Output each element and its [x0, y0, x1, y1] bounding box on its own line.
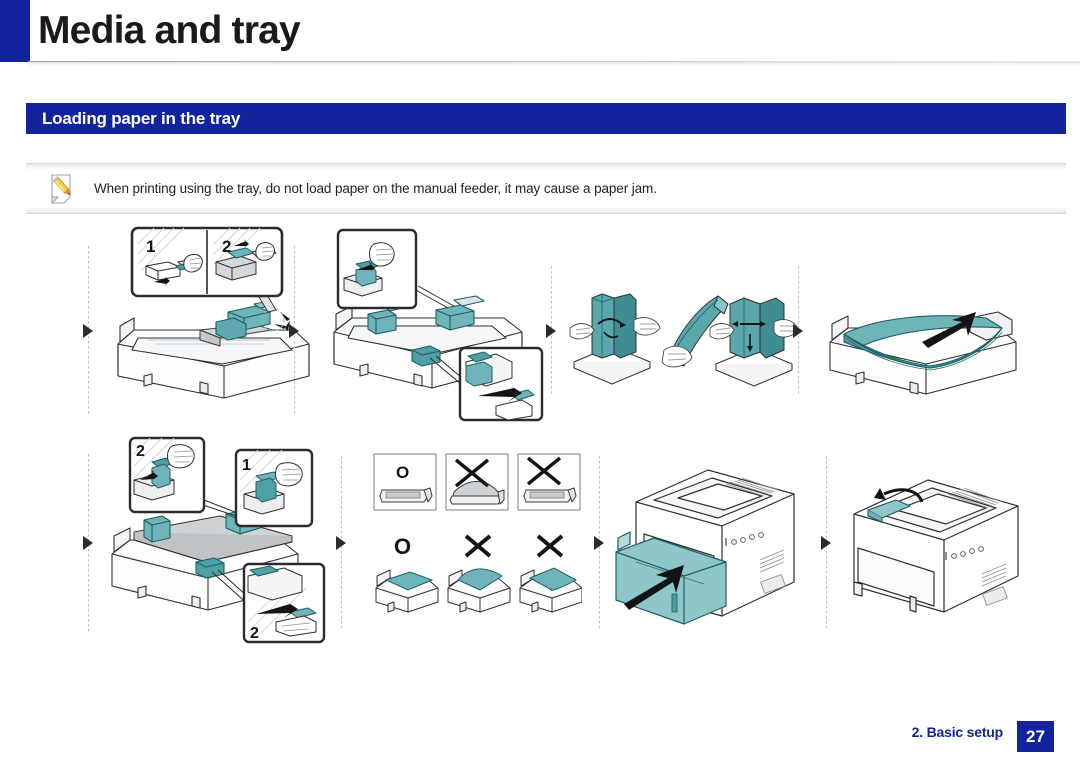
callout-number: 2 — [136, 443, 145, 460]
step-separator — [82, 454, 96, 634]
panel-open-output-support — [848, 464, 1048, 639]
section-heading-label: Loading paper in the tray — [42, 109, 241, 128]
panel-paper-condition-examples: O O — [372, 452, 582, 632]
page-footer: 2. Basic setup 27 — [0, 715, 1080, 763]
section-heading-bar: Loading paper in the tray — [26, 103, 1066, 134]
footer-chapter-label: 2. Basic setup — [911, 724, 1004, 740]
panel-flex-paper-stack — [568, 284, 798, 394]
page-header: Media and tray — [0, 0, 1080, 62]
step-separator — [820, 456, 834, 631]
footer-page-number: 27 — [1017, 721, 1054, 752]
note-callout: When printing using the tray, do not loa… — [26, 163, 1066, 214]
mark-bad — [464, 534, 492, 558]
page-title: Media and tray — [38, 9, 301, 52]
header-accent-bar — [0, 0, 30, 62]
step-separator — [593, 456, 607, 631]
illustration-area: 1 2 2 1 2 O O — [0, 226, 1080, 656]
step-separator — [335, 456, 349, 631]
mark-ok: O — [394, 534, 411, 559]
mark-ok: O — [396, 463, 409, 482]
note-pencil-icon — [50, 174, 78, 205]
panel-load-paper — [820, 272, 1040, 412]
header-divider — [28, 61, 1080, 71]
panel-insert-tray — [614, 464, 814, 639]
step-separator — [82, 246, 96, 416]
mark-bad — [536, 534, 564, 558]
panel-secure-guides: 2 1 2 — [104, 436, 334, 646]
panel-adjust-guides — [326, 226, 556, 426]
note-text: When printing using the tray, do not loa… — [94, 181, 657, 196]
callout-number: 2 — [222, 237, 231, 256]
step-separator — [792, 266, 806, 396]
callout-number: 1 — [146, 237, 155, 256]
step-separator — [288, 246, 302, 416]
callout-number: 1 — [242, 457, 251, 474]
panel-extend-tray: 1 2 — [104, 226, 319, 416]
step-separator — [545, 266, 559, 396]
callout-number: 2 — [250, 625, 259, 642]
